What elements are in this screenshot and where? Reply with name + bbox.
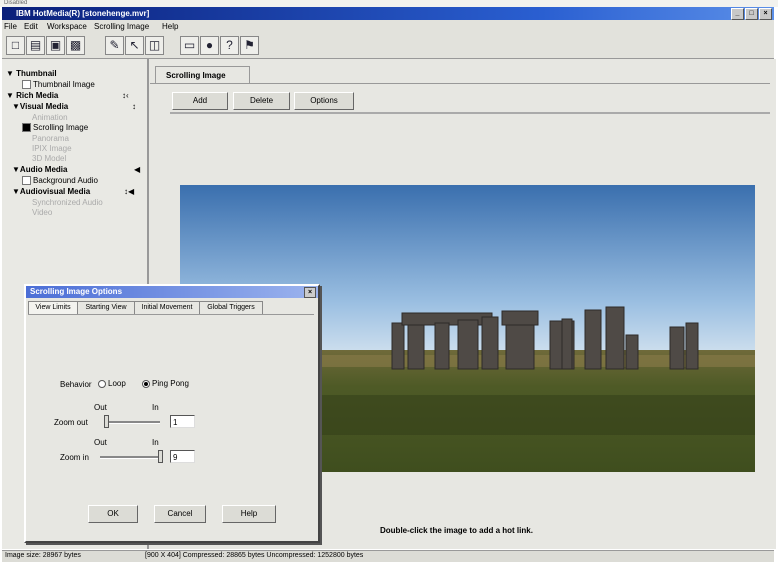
help-icon[interactable]: ? [220, 36, 239, 55]
tab-divider [150, 83, 770, 84]
zoom-out-slider-thumb[interactable] [104, 415, 109, 428]
minimize-icon[interactable]: _ [731, 8, 744, 20]
zoom-in-out-label: Out [94, 438, 107, 447]
move-up-left-icon[interactable]: ↕◀ [124, 187, 134, 196]
cancel-button[interactable]: Cancel [154, 505, 206, 523]
tree-animation: Animation [32, 113, 68, 122]
tree-visual-media[interactable]: ▼Visual Media [12, 102, 68, 111]
move-down-icon[interactable]: ↕‹ [122, 91, 129, 100]
tree-thumbnail-image[interactable]: Thumbnail Image [22, 80, 95, 90]
zoom-in-field[interactable]: 9 [170, 450, 195, 463]
flag-icon[interactable]: ⚑ [240, 36, 259, 55]
dialog-title-bar: Scrolling Image Options × [26, 286, 318, 298]
options-button[interactable]: Options [294, 92, 354, 110]
tree-background-audio[interactable]: Background Audio [22, 176, 98, 186]
split-view-icon[interactable]: ◫ [145, 36, 164, 55]
move-icon[interactable]: ↕ [132, 102, 136, 111]
help-button[interactable]: Help [222, 505, 276, 523]
tree-scrolling-image[interactable]: Scrolling Image [22, 123, 88, 133]
zoom-in-slider-thumb[interactable] [158, 450, 163, 463]
tab-global-triggers[interactable]: Global Triggers [199, 301, 263, 314]
tree-panorama: Panorama [32, 134, 69, 143]
ok-button[interactable]: OK [88, 505, 138, 523]
tree-audio-media[interactable]: ▼Audio Media [12, 165, 67, 174]
tree-rich-media[interactable]: ▼ Rich Media [6, 91, 58, 100]
zoom-in-label: Zoom in [60, 453, 89, 462]
dialog-close-icon[interactable]: × [304, 287, 316, 298]
dialog-body: Behavior Loop Ping Pong Out In Zoom out … [28, 314, 314, 539]
status-size: Image size: 28967 bytes [5, 552, 81, 559]
behavior-label: Behavior [60, 380, 92, 389]
tab-initial-movement[interactable]: Initial Movement [134, 301, 200, 314]
delete-button[interactable]: Delete [233, 92, 290, 110]
window-title: IBM HotMedia(R) [stonehenge.mvr] [16, 9, 150, 18]
zoom-out-in-label: In [152, 403, 159, 412]
maximize-icon[interactable]: □ [745, 8, 758, 20]
tree-ipix-image: IPIX Image [32, 144, 72, 153]
new-doc-icon[interactable]: □ [6, 36, 25, 55]
status-details: [900 X 404] Compressed: 28865 bytes Unco… [145, 552, 364, 559]
record-icon[interactable]: ● [200, 36, 219, 55]
pingpong-radio[interactable]: Ping Pong [142, 379, 189, 388]
zoom-out-out-label: Out [94, 403, 107, 412]
pointer-icon[interactable]: ↖ [125, 36, 144, 55]
zoom-out-field[interactable]: 1 [170, 415, 195, 428]
tree-video: Video [32, 208, 53, 217]
move-left-icon[interactable]: ◀ [134, 165, 140, 174]
menu-bar: File Edit Workspace Scrolling Image Help [2, 20, 774, 33]
save-icon[interactable]: ▩ [66, 36, 85, 55]
tree-synchronized-audio: Synchronized Audio [32, 198, 103, 207]
hotlink-hint: Double-click the image to add a hot link… [380, 526, 533, 535]
menu-workspace[interactable]: Workspace [47, 22, 87, 31]
tab-view-limits[interactable]: View Limits [28, 301, 78, 314]
corner-text: Disabled [4, 0, 28, 6]
add-button[interactable]: Add [172, 92, 228, 110]
title-bar: IBM HotMedia(R) [stonehenge.mvr] _ □ × [2, 7, 774, 20]
menu-file[interactable]: File [4, 22, 17, 31]
zoom-out-label: Zoom out [54, 418, 88, 427]
tab-scrolling-image[interactable]: Scrolling Image [155, 66, 250, 83]
tab-starting-view[interactable]: Starting View [77, 301, 135, 314]
dialog-title: Scrolling Image Options [30, 287, 123, 296]
tree-audiovisual-media[interactable]: ▼Audiovisual Media [12, 187, 90, 196]
menu-help[interactable]: Help [162, 22, 178, 31]
monitor-icon[interactable]: ▭ [180, 36, 199, 55]
menu-scrolling-image[interactable]: Scrolling Image [94, 22, 149, 31]
open-icon[interactable]: ▣ [46, 36, 65, 55]
zoom-in-slider[interactable] [100, 456, 162, 459]
menu-edit[interactable]: Edit [24, 22, 38, 31]
open-folder-icon[interactable]: ▤ [26, 36, 45, 55]
tree-thumbnail[interactable]: ▼ Thumbnail [6, 69, 57, 78]
loop-radio[interactable]: Loop [98, 379, 126, 388]
top-strip: Disabled [0, 0, 778, 7]
separator [170, 112, 770, 114]
toolbar: □ ▤ ▣ ▩ ✎ ↖ ◫ ▭ ● ? ⚑ [2, 33, 774, 59]
tree-3d-model: 3D Model [32, 154, 67, 163]
zoom-out-slider[interactable] [104, 421, 160, 424]
walk-icon[interactable]: ✎ [105, 36, 124, 55]
scrolling-image-options-dialog: Scrolling Image Options × View Limits St… [24, 284, 320, 543]
status-bar: Image size: 28967 bytes [900 X 404] Comp… [2, 550, 774, 562]
zoom-in-in-label: In [152, 438, 159, 447]
close-icon[interactable]: × [759, 8, 772, 20]
